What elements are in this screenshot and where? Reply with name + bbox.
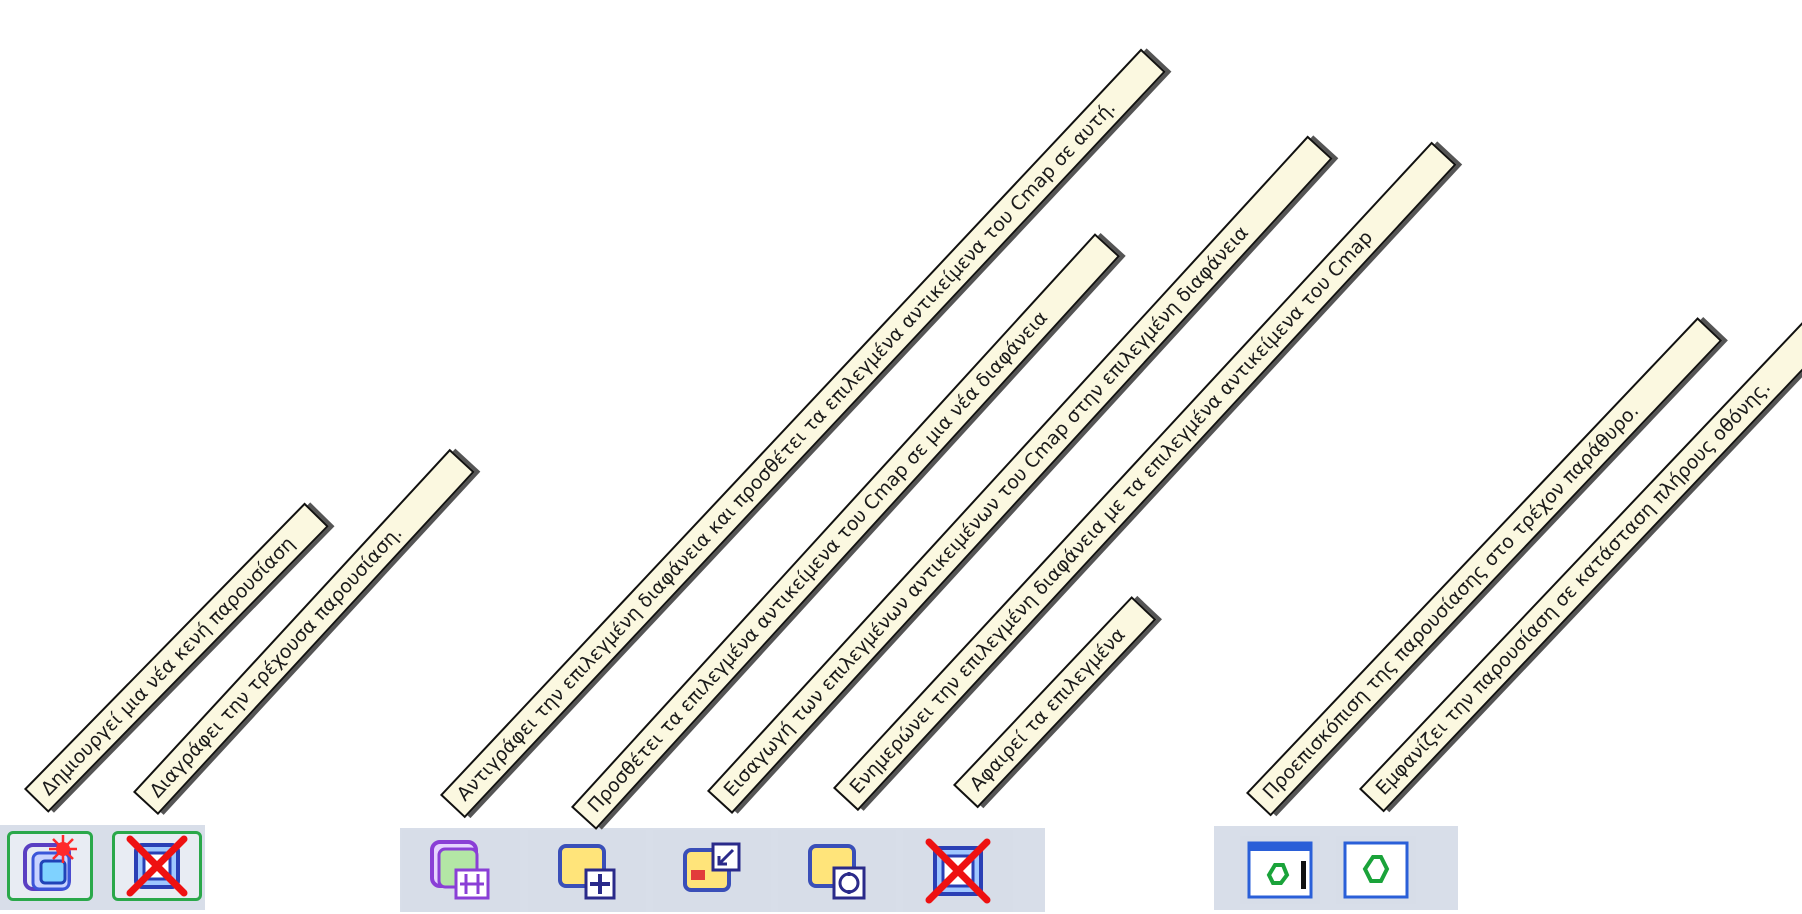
remove-selected-icon xyxy=(925,838,991,904)
new-presentation-icon xyxy=(23,835,77,891)
remove-selected-button[interactable] xyxy=(903,830,1013,912)
fullscreen-presentation-button[interactable] xyxy=(1336,836,1416,904)
delete-presentation-button[interactable] xyxy=(112,831,202,901)
add-to-new-slide-button[interactable] xyxy=(528,830,646,912)
preview-window-button[interactable] xyxy=(1240,836,1320,904)
duplicate-slide-icon xyxy=(430,840,490,900)
add-to-new-slide-icon xyxy=(558,844,616,900)
import-to-slide-button[interactable] xyxy=(653,830,771,912)
tooltip-fullscreen: Εμφανίζει την παρουσίαση σε κατάσταση πλ… xyxy=(1359,294,1802,813)
new-presentation-button[interactable] xyxy=(7,831,93,901)
preview-window-icon xyxy=(1247,841,1313,899)
delete-presentation-icon xyxy=(126,835,188,897)
import-to-slide-icon xyxy=(683,842,741,892)
tooltip-preview-window: Προεπισκόπιση της παρουσίασης στο τρέχον… xyxy=(1246,317,1723,817)
fullscreen-presentation-icon xyxy=(1343,841,1409,899)
tooltip-import-to-slide: Εισαγωγή των επιλεγμένων αντικειμένων το… xyxy=(707,135,1333,814)
update-slide-icon xyxy=(808,844,866,900)
update-slide-button[interactable] xyxy=(778,830,896,912)
duplicate-slide-button[interactable] xyxy=(402,830,520,912)
